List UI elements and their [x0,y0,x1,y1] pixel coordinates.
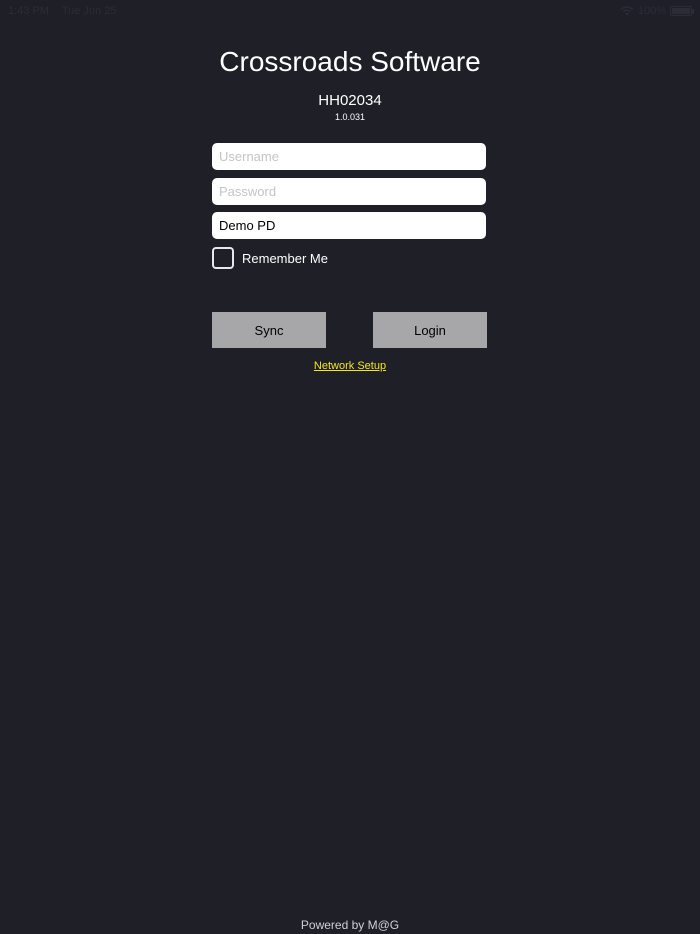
wifi-icon [620,6,634,16]
remember-me-row[interactable]: Remember Me [212,247,328,269]
username-field[interactable] [212,143,486,170]
remember-me-label: Remember Me [242,250,328,266]
status-left: 1:43 PM Tue Jun 25 [8,5,126,17]
battery-icon [670,6,694,16]
network-setup-container: Network Setup [0,360,700,372]
battery-percent: 100% [637,5,666,17]
department-field[interactable]: Demo PD [212,212,486,239]
login-screen: 1:43 PM Tue Jun 25 100% Crossroads Softw… [0,0,700,934]
status-date: Tue Jun 25 [61,5,117,17]
powered-by-footer: Powered by M@G [300,918,400,932]
login-button[interactable]: Login [373,312,487,348]
device-id: HH02034 [318,92,382,109]
password-field[interactable] [212,178,486,205]
network-setup-link[interactable]: Network Setup [314,360,386,372]
app-version: 1.0.031 [334,112,366,122]
status-bar: 1:43 PM Tue Jun 25 100% [0,0,700,22]
sync-button[interactable]: Sync [212,312,326,348]
department-value: Demo PD [219,218,276,233]
status-time: 1:43 PM [8,5,49,17]
battery-fill [672,8,690,14]
status-right: 100% [620,5,694,17]
remember-me-checkbox[interactable] [212,247,234,269]
app-title: Crossroads Software [219,46,481,77]
